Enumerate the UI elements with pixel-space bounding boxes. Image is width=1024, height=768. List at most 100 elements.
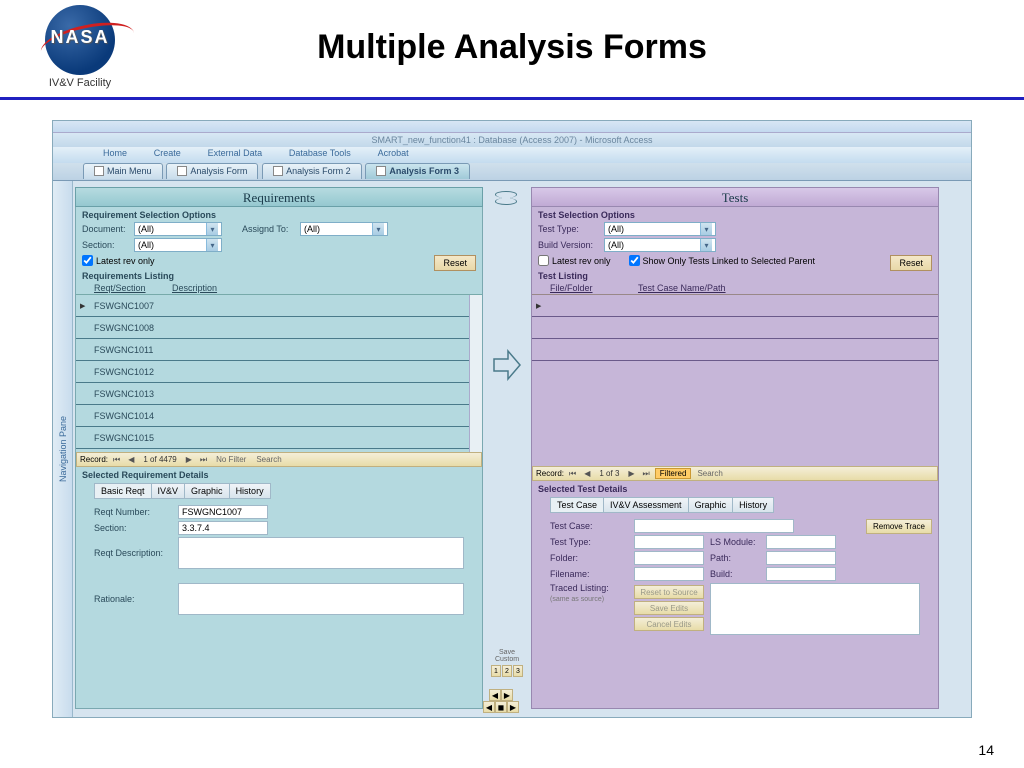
filtered-tag[interactable]: Filtered <box>655 468 692 479</box>
nav-arrows: ◀▶ ◀◼▶ <box>483 689 519 713</box>
save-edits-button[interactable]: Save Edits <box>634 601 704 615</box>
rec-prev-button[interactable]: ◀ <box>125 455 137 464</box>
reset-source-button[interactable]: Reset to Source <box>634 585 704 599</box>
req-row[interactable]: FSWGNC1007 <box>76 295 482 317</box>
test-row[interactable] <box>532 339 938 361</box>
path-input[interactable] <box>766 551 836 565</box>
traced-listing-input[interactable] <box>710 583 920 635</box>
col-reqt: Reqt/Section <box>94 283 172 293</box>
tab-ivv-assess[interactable]: IV&V Assessment <box>603 497 689 513</box>
nav-left-button[interactable]: ◀ <box>489 689 501 701</box>
folder-input[interactable] <box>634 551 704 565</box>
req-options-label: Requirement Selection Options <box>76 207 482 221</box>
testcase-input[interactable] <box>634 519 794 533</box>
rec-last-button[interactable]: ⏭ <box>197 455 210 465</box>
window-title: SMART_new_function41 : Database (Access … <box>53 133 971 147</box>
rec-first-button[interactable]: ⏮ <box>566 469 579 479</box>
test-details: Test Case IV&V Assessment Graphic Histor… <box>532 495 938 641</box>
assigned-label: Assignd To: <box>242 224 296 234</box>
tab-basic-reqt[interactable]: Basic Reqt <box>94 483 152 499</box>
nav-left2-button[interactable]: ◀ <box>483 701 495 713</box>
form-tab-analysis2[interactable]: Analysis Form 2 <box>262 163 362 179</box>
test-listing[interactable] <box>532 294 938 368</box>
chevron-down-icon: ▾ <box>206 223 218 235</box>
form-tab-analysis[interactable]: Analysis Form <box>166 163 258 179</box>
center-column: Save Custom 1 2 3 <box>489 187 525 711</box>
build-combo[interactable]: (All)▾ <box>604 238 716 252</box>
navigation-pane[interactable]: Navigation Pane <box>53 181 73 717</box>
nav-mid-button[interactable]: ◼ <box>495 701 507 713</box>
chevron-down-icon: ▾ <box>700 223 712 235</box>
search-label[interactable]: Search <box>252 455 285 464</box>
facility-label: IV&V Facility <box>30 77 130 89</box>
rationale-input[interactable] <box>178 583 464 615</box>
req-row[interactable]: FSWGNC1014 <box>76 405 482 427</box>
req-record-nav: Record: ⏮ ◀ 1 of 4479 ▶ ⏭ No Filter Sear… <box>76 452 482 467</box>
build-input[interactable] <box>766 567 836 581</box>
req-row[interactable]: FSWGNC1011 <box>76 339 482 361</box>
test-row[interactable] <box>532 295 938 317</box>
test-latest-rev-checkbox[interactable] <box>538 255 549 266</box>
document-combo[interactable]: (All)▾ <box>134 222 222 236</box>
save-custom-label: Save Custom <box>489 649 525 663</box>
nofilter-label[interactable]: No Filter <box>212 455 250 464</box>
save-custom-2[interactable]: 2 <box>502 665 512 677</box>
tab-graphic[interactable]: Graphic <box>184 483 230 499</box>
ribbon-tab-acrobat[interactable]: Acrobat <box>366 147 421 159</box>
chevron-down-icon: ▾ <box>206 239 218 251</box>
req-row[interactable]: FSWGNC1013 <box>76 383 482 405</box>
form-tab-main[interactable]: Main Menu <box>83 163 163 179</box>
nav-right2-button[interactable]: ▶ <box>507 701 519 713</box>
scrollbar[interactable] <box>469 295 482 452</box>
cancel-edits-button[interactable]: Cancel Edits <box>634 617 704 631</box>
req-row[interactable]: FSWGNC1015 <box>76 427 482 449</box>
ribbon-tab-home[interactable]: Home <box>91 147 139 159</box>
ribbon-tab-create[interactable]: Create <box>142 147 193 159</box>
req-details: Basic Reqt IV&V Graphic History Reqt Num… <box>76 481 482 621</box>
tab-history[interactable]: History <box>229 483 271 499</box>
req-listing[interactable]: FSWGNC1007 FSWGNC1008 FSWGNC1011 FSWGNC1… <box>76 294 482 452</box>
req-row[interactable]: FSWGNC1008 <box>76 317 482 339</box>
quick-access-toolbar[interactable] <box>53 121 971 133</box>
page-number: 14 <box>978 742 994 758</box>
form-tab-analysis3[interactable]: Analysis Form 3 <box>365 163 470 179</box>
section-input[interactable] <box>178 521 268 535</box>
req-row[interactable]: FSWGNC1012 <box>76 361 482 383</box>
latest-rev-checkbox[interactable] <box>82 255 93 266</box>
section-combo[interactable]: (All)▾ <box>134 238 222 252</box>
filename-input[interactable] <box>634 567 704 581</box>
assigned-combo[interactable]: (All)▾ <box>300 222 388 236</box>
tab-test-case[interactable]: Test Case <box>550 497 604 513</box>
tab-ivv[interactable]: IV&V <box>151 483 186 499</box>
sync-icon[interactable] <box>495 191 519 205</box>
rec-last-button[interactable]: ⏭ <box>640 469 653 479</box>
test-row[interactable] <box>532 317 938 339</box>
lsmodule-input[interactable] <box>766 535 836 549</box>
rec-prev-button[interactable]: ◀ <box>581 469 593 478</box>
save-custom-1[interactable]: 1 <box>491 665 501 677</box>
rec-position: 1 of 3 <box>595 469 623 478</box>
tab-history[interactable]: History <box>732 497 774 513</box>
test-options-label: Test Selection Options <box>532 207 938 221</box>
show-linked-checkbox[interactable] <box>629 255 640 266</box>
test-reset-button[interactable]: Reset <box>890 255 932 271</box>
testtype-input[interactable] <box>634 535 704 549</box>
remove-trace-button[interactable]: Remove Trace <box>866 519 932 534</box>
nav-right-button[interactable]: ▶ <box>501 689 513 701</box>
req-reset-button[interactable]: Reset <box>434 255 476 271</box>
search-label[interactable]: Search <box>693 469 726 478</box>
rec-next-button[interactable]: ▶ <box>625 469 637 478</box>
latest-rev-check[interactable]: Latest rev only Reset <box>76 253 482 268</box>
form-icon <box>376 166 386 176</box>
ribbon-tab-external[interactable]: External Data <box>196 147 275 159</box>
col-desc: Description <box>172 283 217 293</box>
save-custom-3[interactable]: 3 <box>513 665 523 677</box>
ribbon-tab-dbtools[interactable]: Database Tools <box>277 147 363 159</box>
rec-next-button[interactable]: ▶ <box>183 455 195 464</box>
test-type-combo[interactable]: (All)▾ <box>604 222 716 236</box>
desc-input[interactable] <box>178 537 464 569</box>
tests-panel: Tests Test Selection Options Test Type: … <box>531 187 939 711</box>
reqt-number-input[interactable] <box>178 505 268 519</box>
rec-first-button[interactable]: ⏮ <box>110 455 123 465</box>
tab-graphic[interactable]: Graphic <box>688 497 734 513</box>
